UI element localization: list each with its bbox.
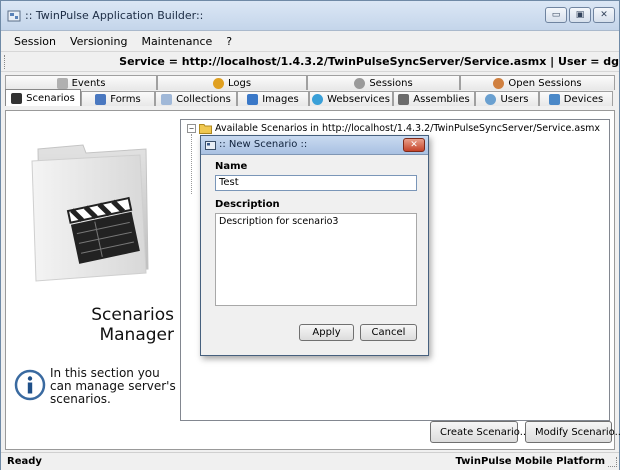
apply-button[interactable]: Apply [299, 324, 354, 341]
dialog-close-button[interactable]: ✕ [403, 138, 425, 152]
modify-scenario-label: Modify Scenario... [535, 426, 620, 438]
tab-label: Sessions [369, 77, 413, 89]
tree-root-label: Available Scenarios in http://localhost/… [215, 123, 601, 134]
tab-collections[interactable]: Collections [155, 91, 237, 106]
users-icon [485, 93, 497, 105]
tab-label: Events [71, 77, 106, 89]
section-description: In this section you can manage server's … [50, 366, 176, 406]
events-icon [56, 77, 68, 89]
status-bar: Ready TwinPulse Mobile Platform [1, 452, 619, 470]
description-textarea[interactable]: Description for scenario3 [215, 213, 417, 306]
new-scenario-dialog: :: New Scenario :: ✕ Name Test Descripti… [200, 135, 429, 356]
app-icon [7, 10, 21, 22]
dialog-title-bar[interactable]: :: New Scenario :: ✕ [201, 136, 428, 155]
tab-open-sessions[interactable]: Open Sessions [460, 75, 615, 90]
toolbar-grip[interactable] [4, 55, 7, 69]
cancel-button[interactable]: Cancel [360, 324, 417, 341]
maximize-button[interactable]: ▣ [569, 7, 591, 23]
tab-row-lower: Scenarios Forms Collections Images Webse… [5, 89, 613, 106]
menu-bar: Session Versioning Maintenance ? [1, 31, 619, 51]
menu-maintenance[interactable]: Maintenance [134, 35, 219, 48]
status-ready: Ready [7, 456, 42, 467]
tab-label: Images [262, 93, 299, 105]
description-label: Description [215, 199, 280, 210]
minimize-button[interactable]: ▭ [545, 7, 567, 23]
tab-assemblies[interactable]: Assemblies [393, 91, 475, 106]
tab-webservices[interactable]: Webservices [309, 91, 393, 106]
section-title-line1: Scenarios [91, 305, 174, 325]
create-scenario-label: Create Scenario... [440, 426, 530, 438]
tab-devices[interactable]: Devices [539, 91, 613, 106]
window-title: :: TwinPulse Application Builder:: [25, 9, 204, 22]
tree-root-node[interactable]: − Available Scenarios in http://localhos… [187, 123, 600, 134]
collapse-icon[interactable]: − [187, 124, 196, 133]
dialog-app-icon [205, 141, 216, 150]
tab-label: Webservices [327, 93, 390, 105]
images-icon [247, 93, 259, 105]
tab-events[interactable]: Events [5, 75, 157, 90]
folder-icon [199, 124, 212, 134]
tab-label: Devices [563, 93, 604, 105]
window-controls: ▭ ▣ ✕ [545, 7, 615, 23]
service-info-bar: Service = http://localhost/1.4.3.2/TwinP… [1, 51, 619, 72]
tab-label: Open Sessions [508, 77, 582, 89]
section-title-line2: Manager [99, 325, 174, 345]
tab-sessions[interactable]: Sessions [307, 75, 460, 90]
folder-clapperboard-icon [31, 144, 149, 282]
tab-users[interactable]: Users [475, 91, 539, 106]
tab-label: Collections [176, 93, 231, 105]
open-sessions-icon [493, 77, 505, 89]
app-window: :: TwinPulse Application Builder:: ▭ ▣ ✕… [0, 0, 620, 470]
service-info: Service = http://localhost/1.4.3.2/TwinP… [119, 55, 619, 68]
info-icon [14, 369, 46, 401]
webservices-icon [312, 93, 324, 105]
close-button[interactable]: ✕ [593, 7, 615, 23]
name-input[interactable]: Test [215, 175, 417, 191]
menu-help[interactable]: ? [219, 35, 239, 48]
tab-label: Scenarios [26, 92, 75, 104]
menu-versioning[interactable]: Versioning [63, 35, 134, 48]
tab-logs[interactable]: Logs [157, 75, 307, 90]
tree-connector [191, 134, 192, 194]
tab-label: Users [500, 93, 529, 105]
dialog-title: :: New Scenario :: [219, 139, 308, 150]
tab-scenarios[interactable]: Scenarios [5, 89, 81, 106]
title-bar: :: TwinPulse Application Builder:: ▭ ▣ ✕ [1, 1, 619, 31]
tab-forms[interactable]: Forms [81, 91, 155, 106]
collections-icon [161, 93, 173, 105]
tab-label: Assemblies [413, 93, 470, 105]
name-label: Name [215, 161, 248, 172]
forms-icon [95, 93, 107, 105]
scenarios-icon [11, 92, 23, 104]
section-title: Scenarios Manager [56, 305, 174, 345]
resize-grip[interactable] [608, 457, 617, 467]
tab-row-upper: Events Logs Sessions Open Sessions [5, 75, 615, 90]
logs-icon [212, 77, 224, 89]
menu-session[interactable]: Session [7, 35, 63, 48]
tab-label: Logs [227, 77, 252, 89]
tab-label: Forms [110, 93, 141, 105]
create-scenario-button[interactable]: Create Scenario... [430, 421, 529, 443]
modify-scenario-button[interactable]: Modify Scenario... [525, 421, 620, 443]
assemblies-icon [398, 93, 410, 105]
devices-icon [548, 93, 560, 105]
status-platform: TwinPulse Mobile Platform [455, 456, 605, 467]
tab-images[interactable]: Images [237, 91, 309, 106]
sessions-icon [354, 77, 366, 89]
